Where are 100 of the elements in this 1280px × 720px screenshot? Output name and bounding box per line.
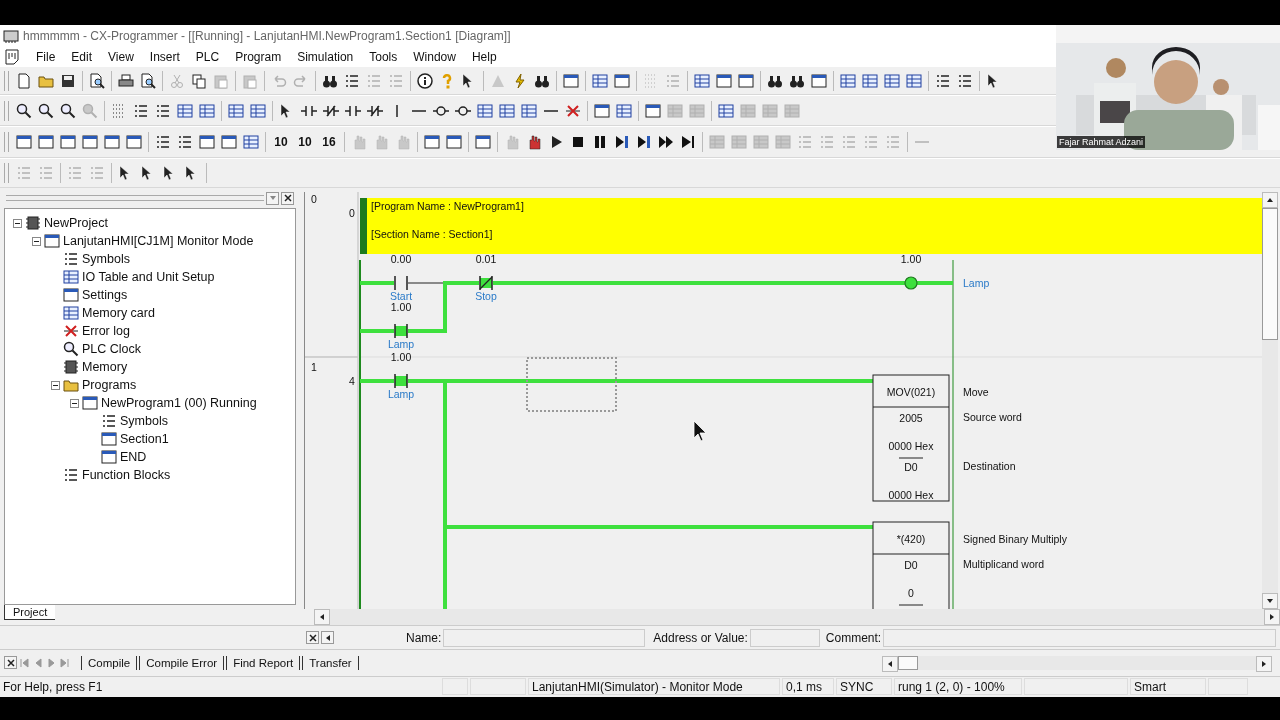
- operand: 0000 Hex: [888, 440, 934, 453]
- tree-item[interactable]: IO Table and Unit Setup: [82, 270, 215, 285]
- step-number: 4: [349, 375, 355, 388]
- operand: D0: [904, 461, 918, 474]
- tree-item[interactable]: Function Blocks: [82, 468, 171, 483]
- scroll-right-button[interactable]: [1256, 656, 1272, 672]
- collapse-icon[interactable]: [32, 236, 41, 246]
- status-panel: [442, 678, 468, 696]
- output-tab[interactable]: Compile: [81, 656, 138, 670]
- output-tab[interactable]: Compile Error: [139, 656, 225, 670]
- menu-item[interactable]: PLC: [187, 48, 228, 65]
- menu-item[interactable]: View: [100, 48, 142, 65]
- left-arrow-icon: [886, 660, 894, 668]
- program-name: [Program Name : NewProgram1]: [371, 200, 524, 213]
- input-field[interactable]: [443, 628, 646, 647]
- counter-button[interactable]: 10: [269, 131, 293, 154]
- table-icon: [63, 269, 79, 286]
- project-tab[interactable]: Project: [4, 605, 56, 621]
- status-text: 0,1 ms: [782, 678, 834, 696]
- menu-item[interactable]: Help: [463, 48, 505, 65]
- operand: 0000 Hex: [888, 489, 934, 502]
- tree-item[interactable]: Memory card: [82, 306, 155, 321]
- mouse-pointer-icon: [693, 420, 707, 442]
- address-label: 1.00: [390, 351, 412, 364]
- document-icon[interactable]: [4, 48, 20, 65]
- address-label: 1.00: [900, 253, 922, 266]
- horizontal-scrollbar[interactable]: [314, 609, 1280, 626]
- menu-item[interactable]: File: [28, 48, 64, 65]
- list-icon: [63, 251, 79, 268]
- tree-item[interactable]: Symbols: [120, 414, 168, 429]
- counter-button[interactable]: 16: [317, 131, 341, 154]
- chip-icon: [63, 359, 79, 376]
- horizontal-scrollbar[interactable]: [882, 656, 1272, 670]
- tree-item[interactable]: Memory: [82, 360, 128, 375]
- menu-item[interactable]: Edit: [63, 48, 101, 65]
- status-panel: [470, 678, 526, 696]
- collapse-icon[interactable]: [70, 398, 79, 408]
- tree-item[interactable]: Symbols: [82, 252, 130, 267]
- scroll-thumb[interactable]: [898, 656, 918, 670]
- close-button[interactable]: [306, 631, 319, 645]
- tree-item[interactable]: NewProgram1 (00) Running: [101, 396, 257, 411]
- scroll-right-button[interactable]: [1264, 609, 1280, 626]
- menu-item[interactable]: Program: [227, 48, 290, 65]
- scroll-thumb[interactable]: [1262, 208, 1278, 341]
- app-icon: [3, 28, 19, 44]
- window-icon: [101, 449, 117, 466]
- window-icon: [82, 395, 98, 412]
- tree-item[interactable]: Settings: [82, 288, 128, 303]
- collapse-icon[interactable]: [51, 380, 60, 390]
- list-icon: [63, 467, 79, 484]
- address-label: 1.00: [390, 301, 412, 314]
- menu-item[interactable]: Insert: [141, 48, 188, 65]
- symbol-label: Start: [389, 290, 413, 303]
- field-label: Name:: [406, 630, 442, 645]
- participant-name: Fajar Rahmat Adzani: [1057, 136, 1146, 148]
- close-button[interactable]: [281, 191, 294, 205]
- tree-item[interactable]: END: [120, 450, 147, 465]
- instruction-name: MOV(021): [886, 386, 936, 399]
- section-name: [Section Name : Section1]: [371, 228, 493, 241]
- window-icon: [44, 233, 60, 250]
- menu-item[interactable]: Window: [405, 48, 464, 65]
- input-field[interactable]: [749, 628, 820, 647]
- field-label: Comment:: [825, 630, 882, 645]
- counter-button[interactable]: 10: [293, 131, 317, 154]
- instruction-name: *(420): [896, 533, 926, 546]
- tree-item[interactable]: LanjutanHMI[CJ1M] Monitor Mode: [63, 234, 254, 249]
- scroll-left-button[interactable]: [314, 609, 330, 626]
- left-arrow-icon: [318, 613, 326, 622]
- window-icon: [101, 431, 117, 448]
- instruction-comment: Signed Binary Multiply: [963, 533, 1067, 546]
- status-panel: [1208, 678, 1248, 696]
- close-button[interactable]: [4, 656, 17, 670]
- step-number: 0: [349, 207, 355, 220]
- output-tab[interactable]: Find Report: [226, 656, 301, 670]
- tree-item[interactable]: Error log: [82, 324, 130, 339]
- output-tab[interactable]: Transfer: [302, 656, 359, 670]
- instruction-comment: Move: [963, 386, 989, 399]
- tree-item[interactable]: Section1: [120, 432, 169, 447]
- collapse-icon[interactable]: [13, 218, 22, 228]
- operand: 2005: [899, 412, 923, 425]
- scroll-left-button[interactable]: [882, 656, 898, 672]
- list-icon: [101, 413, 117, 430]
- scroll-down-button[interactable]: [1262, 593, 1278, 610]
- scroll-up-button[interactable]: [1262, 192, 1278, 209]
- rung-number: 0: [311, 193, 317, 206]
- instruction-comment: Multiplicand word: [963, 558, 1045, 571]
- tree-item[interactable]: NewProject: [44, 216, 108, 231]
- window-icon: [63, 287, 79, 304]
- input-field[interactable]: [883, 628, 1276, 647]
- address-label: 0.01: [475, 253, 497, 266]
- menu-item[interactable]: Tools: [361, 48, 406, 65]
- tree-item[interactable]: PLC Clock: [82, 342, 142, 357]
- instruction-comment: Source word: [963, 411, 1022, 424]
- operand: 0: [908, 587, 914, 600]
- rung-number: 1: [311, 361, 317, 374]
- tree-item[interactable]: Programs: [82, 378, 137, 393]
- menu-item[interactable]: Simulation: [289, 48, 362, 65]
- status-text: Smart: [1130, 678, 1206, 696]
- vertical-scrollbar[interactable]: [1262, 192, 1278, 610]
- folder-icon: [63, 377, 79, 394]
